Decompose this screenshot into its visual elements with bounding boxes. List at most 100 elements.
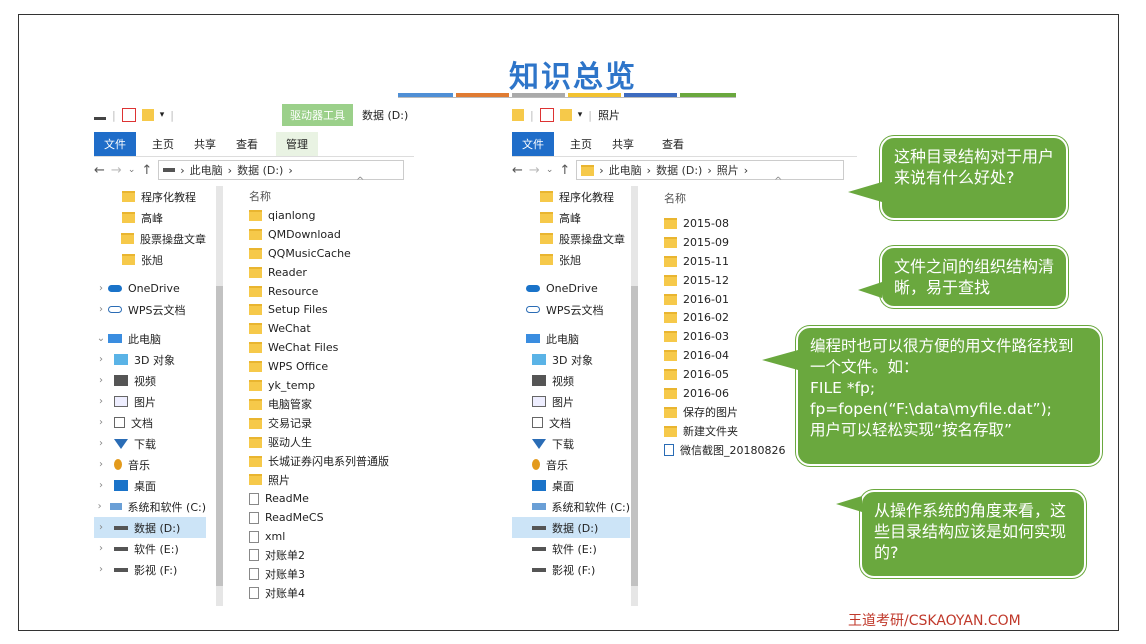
up-icon[interactable]: ↑ — [141, 163, 152, 178]
file-row[interactable]: 驱动人生 — [249, 433, 419, 452]
expand-chevron-icon[interactable]: › — [94, 354, 108, 365]
expand-chevron-icon[interactable]: › — [94, 417, 108, 428]
expand-chevron-icon[interactable]: › — [94, 459, 108, 470]
nav-item[interactable]: 图片 — [512, 391, 630, 412]
nav-scrollbar[interactable] — [631, 186, 638, 606]
nav-item[interactable]: 程序化教程 — [94, 186, 206, 207]
nav-item[interactable]: OneDrive — [512, 278, 630, 299]
expand-chevron-icon[interactable]: › — [94, 375, 108, 386]
nav-item[interactable]: › 数据 (D:) — [94, 517, 206, 538]
expand-chevron-icon[interactable]: › — [94, 438, 108, 449]
nav-item[interactable]: 视频 — [512, 370, 630, 391]
forward-icon[interactable]: → — [529, 163, 540, 178]
tab-file[interactable]: 文件 — [512, 132, 554, 156]
nav-item[interactable]: WPS云文档 — [512, 299, 630, 320]
new-folder-icon[interactable] — [559, 109, 572, 121]
file-row[interactable]: xml — [249, 527, 419, 546]
nav-item[interactable]: › OneDrive — [94, 278, 206, 299]
nav-item[interactable]: 股票操盘文章 — [94, 228, 206, 249]
expand-chevron-icon[interactable]: › — [94, 543, 108, 554]
expand-chevron-icon[interactable]: › — [94, 564, 108, 575]
file-row[interactable]: 对账单3 — [249, 565, 419, 584]
file-row[interactable]: 照片 — [249, 470, 419, 489]
file-row[interactable]: ReadMe — [249, 489, 419, 508]
nav-item[interactable]: ⌄ 此电脑 — [94, 328, 206, 349]
expand-chevron-icon[interactable]: › — [94, 283, 108, 294]
tab-view[interactable]: 查看 — [652, 132, 694, 156]
column-header-name[interactable]: 名称 — [664, 190, 686, 206]
tab-share[interactable]: 共享 — [184, 132, 226, 156]
nav-item[interactable]: 下载 — [512, 433, 630, 454]
expand-chevron-icon[interactable]: › — [94, 501, 105, 512]
path-segment[interactable]: 数据 (D:) — [656, 162, 702, 178]
file-row[interactable]: QQMusicCache — [249, 244, 419, 263]
nav-item[interactable]: 系统和软件 (C:) — [512, 496, 630, 517]
nav-item[interactable]: › 系统和软件 (C:) — [94, 496, 206, 517]
tab-share[interactable]: 共享 — [602, 132, 644, 156]
nav-item[interactable]: 文档 — [512, 412, 630, 433]
properties-icon[interactable] — [539, 108, 554, 122]
nav-item[interactable]: 张旭 — [512, 249, 630, 270]
nav-item[interactable]: 程序化教程 — [512, 186, 630, 207]
nav-item[interactable]: 音乐 — [512, 454, 630, 475]
file-row[interactable]: 2016-01 — [664, 290, 834, 309]
file-row[interactable]: WeChat — [249, 319, 419, 338]
back-icon[interactable]: ← — [512, 163, 523, 178]
nav-item[interactable]: › WPS云文档 — [94, 299, 206, 320]
file-row[interactable]: 电脑管家 — [249, 395, 419, 414]
file-row[interactable]: 对账单2 — [249, 546, 419, 565]
tab-view[interactable]: 查看 — [226, 132, 268, 156]
tab-home[interactable]: 主页 — [560, 132, 602, 156]
forward-icon[interactable]: → — [111, 163, 122, 178]
nav-item[interactable]: › 视频 — [94, 370, 206, 391]
nav-item[interactable]: 软件 (E:) — [512, 538, 630, 559]
nav-item[interactable]: 高峰 — [512, 207, 630, 228]
up-icon[interactable]: ↑ — [559, 163, 570, 178]
expand-chevron-icon[interactable]: › — [94, 304, 108, 315]
new-folder-icon[interactable] — [141, 109, 154, 121]
nav-item[interactable]: › 软件 (E:) — [94, 538, 206, 559]
path-segment[interactable]: 数据 (D:) — [237, 162, 283, 178]
path-box[interactable]: › 此电脑 › 数据 (D:) › 照片 › — [576, 160, 845, 180]
path-segment[interactable]: 此电脑 — [609, 162, 642, 178]
nav-item[interactable]: 此电脑 — [512, 328, 630, 349]
nav-item[interactable]: › 影视 (F:) — [94, 559, 206, 580]
expand-chevron-icon[interactable]: › — [94, 480, 108, 491]
recent-dropdown-icon[interactable]: ⌄ — [128, 165, 136, 175]
back-icon[interactable]: ← — [94, 163, 105, 178]
path-box[interactable]: › 此电脑 › 数据 (D:) › — [158, 160, 405, 180]
nav-item[interactable]: 张旭 — [94, 249, 206, 270]
file-row[interactable]: 长城证券闪电系列普通版 — [249, 452, 419, 471]
tab-file[interactable]: 文件 — [94, 132, 136, 156]
expand-chevron-icon[interactable]: › — [94, 522, 108, 533]
nav-item[interactable]: 高峰 — [94, 207, 206, 228]
dropdown-icon[interactable]: ▾ — [160, 110, 165, 120]
nav-item[interactable]: 股票操盘文章 — [512, 228, 630, 249]
nav-item[interactable]: › 3D 对象 — [94, 349, 206, 370]
collapse-chevron-icon[interactable]: ⌄ — [94, 333, 108, 344]
tab-home[interactable]: 主页 — [142, 132, 184, 156]
column-header-name[interactable]: 名称 — [249, 188, 271, 204]
file-row[interactable]: 2015-12 — [664, 271, 834, 290]
file-row[interactable]: QMDownload — [249, 225, 419, 244]
nav-item[interactable]: › 下载 — [94, 433, 206, 454]
file-row[interactable]: 2016-02 — [664, 308, 834, 327]
nav-item[interactable]: › 文档 — [94, 412, 206, 433]
path-segment[interactable]: 此电脑 — [190, 162, 223, 178]
file-row[interactable]: WeChat Files — [249, 338, 419, 357]
nav-item[interactable]: › 图片 — [94, 391, 206, 412]
expand-chevron-icon[interactable]: › — [94, 396, 108, 407]
file-row[interactable]: 2015-09 — [664, 233, 834, 252]
file-row[interactable]: Resource — [249, 282, 419, 301]
nav-item[interactable]: 数据 (D:) — [512, 517, 630, 538]
file-row[interactable]: 交易记录 — [249, 414, 419, 433]
file-row[interactable]: ReadMeCS — [249, 508, 419, 527]
nav-scrollbar[interactable] — [216, 186, 223, 606]
recent-dropdown-icon[interactable]: ⌄ — [546, 165, 554, 175]
file-row[interactable]: yk_temp — [249, 376, 419, 395]
file-row[interactable]: 2015-08 — [664, 214, 834, 233]
file-row[interactable]: 2015-11 — [664, 252, 834, 271]
nav-scroll-thumb[interactable] — [631, 286, 638, 586]
file-row[interactable]: Setup Files — [249, 300, 419, 319]
file-row[interactable]: qianlong — [249, 206, 419, 225]
